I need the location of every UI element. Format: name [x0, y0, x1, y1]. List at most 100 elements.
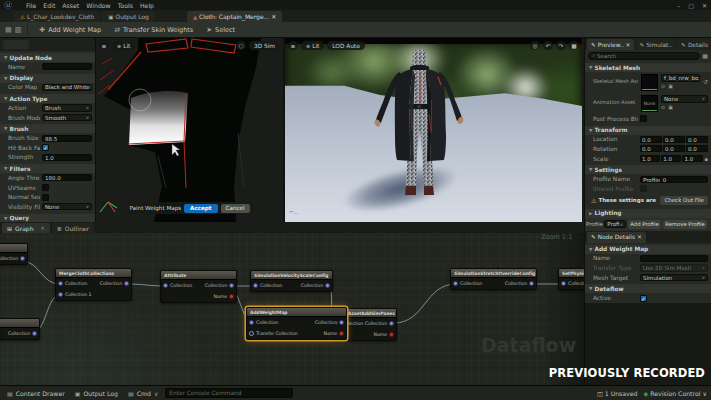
lock-icon[interactable]: ▪: [705, 156, 708, 162]
viewport-menu-icon[interactable]: ≡: [99, 41, 109, 50]
settings-grid-icon[interactable]: ▦: [702, 52, 708, 59]
section-query[interactable]: ▼Query: [0, 214, 95, 222]
vec-field-x[interactable]: 0.0: [640, 136, 662, 143]
vec-field-z[interactable]: 0.0: [686, 136, 708, 143]
section-settings[interactable]: ▼Settings: [585, 165, 711, 174]
redo-icon[interactable]: ↷: [556, 41, 566, 50]
cloth-paint-viewport[interactable]: ≡ ⊕Lit ⬡ 3D Sim Paint Weight Maps Accept…: [96, 38, 285, 222]
dropdown-color-map[interactable]: Black and White∨: [42, 84, 92, 92]
tab-l-char-lookdev-cloth[interactable]: ⚠L_Char_Lookdev_Cloth: [14, 11, 100, 22]
tab-simulat[interactable]: ✎Simulat..: [635, 39, 676, 50]
vec-field-x[interactable]: 1.0: [640, 155, 660, 162]
graph-tab-outliner[interactable]: ≣Outliner: [52, 223, 94, 233]
node-simstretch[interactable]: SimulationStretchOverrideConfigCollectio…: [450, 268, 537, 290]
dropdown-transfer-type[interactable]: Use 2D Sim Mesh∨: [640, 264, 708, 272]
node-title[interactable]: SimulationStretchOverrideConfig: [451, 269, 536, 278]
sim-mode-3d-button[interactable]: 3D Sim: [249, 41, 280, 50]
node-attribute[interactable]: AttributeCollectionCollectionName: [160, 270, 237, 303]
node-src-a[interactable]: Collection: [0, 243, 28, 265]
cancel-button[interactable]: Cancel: [221, 204, 250, 213]
trash-icon[interactable]: ▦: [569, 41, 579, 50]
browse-folder-icon[interactable]: ▥: [15, 26, 22, 34]
node-title[interactable]: MergeClothCollections: [56, 269, 131, 278]
input-pin-collection[interactable]: [561, 281, 566, 286]
toolbar-select-button[interactable]: ➤Select: [201, 23, 240, 36]
input-pin-collection[interactable]: [453, 281, 458, 286]
tab-close-icon[interactable]: ✕: [271, 13, 276, 20]
use-selected-icon[interactable]: ▣: [668, 83, 673, 89]
vec-field-y[interactable]: 1.0: [661, 155, 681, 162]
asset-thumbnail[interactable]: None: [641, 95, 658, 112]
section-filters[interactable]: ▼Filters: [0, 164, 95, 173]
preview-viewport[interactable]: ≡ ⊕Lit LOD Auto ◎ ↶ ↷ ▦ ⌐..: [285, 38, 582, 222]
add-profile-button[interactable]: Add Profile: [628, 220, 661, 229]
tab-close-icon[interactable]: ✕: [626, 42, 631, 48]
tab-node-details[interactable]: ✎Node Details✕: [587, 232, 646, 243]
statusbar-cmd-button[interactable]: ▤Cmd∨: [125, 387, 161, 399]
output-pin-collection[interactable]: [325, 283, 330, 288]
lod-auto-button[interactable]: LOD Auto: [327, 41, 364, 50]
output-pin-collection[interactable]: [529, 281, 534, 286]
node-merge[interactable]: MergeClothCollectionsCollectionCollectio…: [55, 268, 132, 301]
output-pin-collection[interactable]: [229, 283, 234, 288]
statusbar-1-unsaved-item[interactable]: ◫1 Unsaved: [597, 390, 638, 397]
input-brush-size[interactable]: 88.5: [42, 135, 92, 142]
vec-field-y[interactable]: 0.0: [663, 145, 685, 152]
check-out-file-button[interactable]: Check Out File: [660, 196, 708, 205]
tab-close-icon[interactable]: ✕: [40, 225, 44, 231]
cloth-sim-icon[interactable]: ⬡: [236, 41, 246, 50]
node-src-b[interactable]: Collection: [0, 318, 40, 340]
graph-tab-graph[interactable]: ⊞Graph✕: [2, 223, 50, 233]
save-icon[interactable]: ▤: [5, 26, 12, 34]
output-pin-name[interactable]: [339, 331, 344, 336]
input-pin-collection[interactable]: [249, 320, 254, 325]
window-close-button[interactable]: ✕: [702, 2, 707, 9]
output-pin-name[interactable]: [389, 332, 394, 337]
section-brush[interactable]: ▼Brush: [0, 124, 95, 133]
vec-field-z[interactable]: 0.0: [686, 145, 708, 152]
remove-profile-button[interactable]: Remove Profile: [663, 220, 708, 229]
reset-icon[interactable]: ↺: [703, 74, 708, 85]
menu-tools[interactable]: Tools: [118, 2, 133, 9]
toolbar-add-weight-map-button[interactable]: ✚Add Weight Map: [34, 23, 106, 36]
checkbox-active[interactable]: ✓: [640, 295, 647, 302]
section-add-weight-map[interactable]: ▼Add Weight Map: [585, 245, 711, 254]
unreal-logo-icon[interactable]: U: [4, 1, 12, 9]
statusbar-content-drawer-button[interactable]: ▤Content Drawer: [4, 387, 68, 399]
search-input[interactable]: ⌕Search: [588, 52, 700, 60]
output-pin-collection[interactable]: [32, 331, 37, 336]
section-skeletal-mesh[interactable]: ▼Skeletal Mesh: [585, 63, 711, 72]
statusbar-revision-control-item[interactable]: ◈Revision Control∨: [644, 390, 708, 397]
menu-help[interactable]: Help: [140, 2, 154, 9]
output-pin-name[interactable]: [229, 294, 234, 299]
node-title[interactable]: AddWeightMap: [247, 308, 346, 317]
profile-dropdown[interactable]: Profi∨: [604, 220, 626, 228]
input-pin-transfer-collection[interactable]: [249, 331, 254, 336]
collapsed-tab[interactable]: [3, 40, 29, 49]
asset-thumbnail[interactable]: [641, 74, 658, 91]
input-pin-collection[interactable]: [253, 283, 258, 288]
menu-file[interactable]: File: [26, 2, 36, 9]
input-pin-collection[interactable]: [163, 283, 168, 288]
checkbox-normal-seams[interactable]: [42, 194, 49, 201]
undo-icon[interactable]: ↶: [543, 41, 553, 50]
output-pin-collection[interactable]: [124, 281, 129, 286]
dropdown-brush-mode[interactable]: Smooth∨: [42, 114, 92, 122]
use-selected-icon[interactable]: ▣: [668, 104, 673, 110]
node-setphys[interactable]: SetPhysicsAssetCollection: [558, 268, 584, 290]
console-command-input[interactable]: Enter Console Command: [165, 388, 293, 398]
section-transform[interactable]: ▼Transform: [585, 126, 711, 135]
dropdown-action[interactable]: Brush∨: [42, 104, 92, 112]
section-action-type[interactable]: ▼Action Type: [0, 94, 95, 103]
section-display[interactable]: ▼Display: [0, 74, 95, 83]
output-pin-collection[interactable]: [339, 320, 344, 325]
viewport-menu-icon[interactable]: ≡: [288, 41, 298, 50]
camera-icon[interactable]: ◎: [530, 41, 540, 50]
toolbar-transfer-skin-weights-button[interactable]: ⇄Transfer Skin Weights: [109, 23, 198, 36]
input-pin-collection[interactable]: [58, 281, 63, 286]
vec-field-z[interactable]: 1.0: [682, 155, 702, 162]
node-title[interactable]: SetPhysicsAsset: [559, 269, 584, 278]
browse-icon[interactable]: ⊙: [661, 104, 665, 110]
section-lighting[interactable]: ▶Lighting: [585, 209, 711, 218]
dropdown-mesh-target[interactable]: Simulation∨: [640, 274, 708, 282]
